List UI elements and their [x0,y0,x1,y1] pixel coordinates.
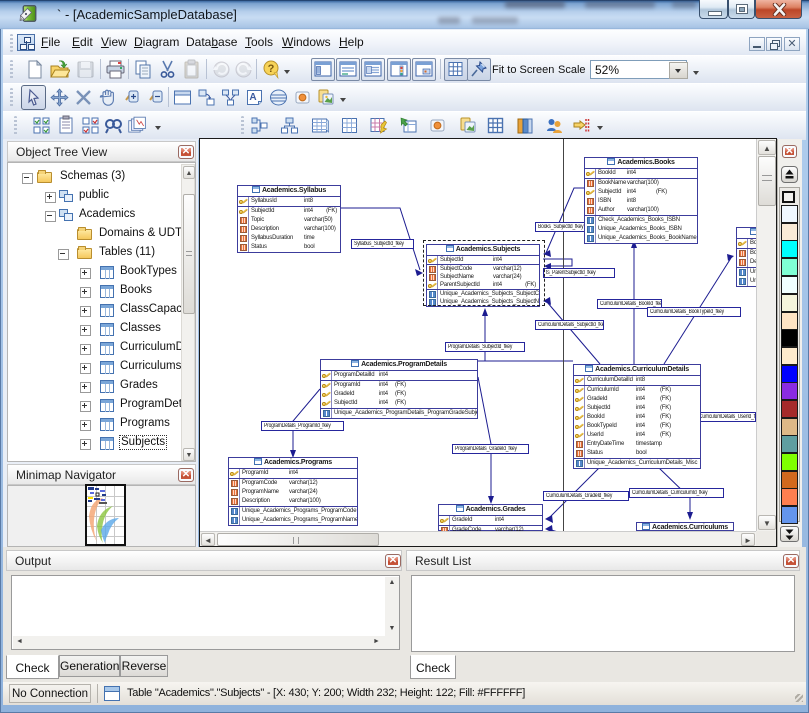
svg-text:?: ? [268,63,275,75]
svg-text:A: A [249,92,256,103]
